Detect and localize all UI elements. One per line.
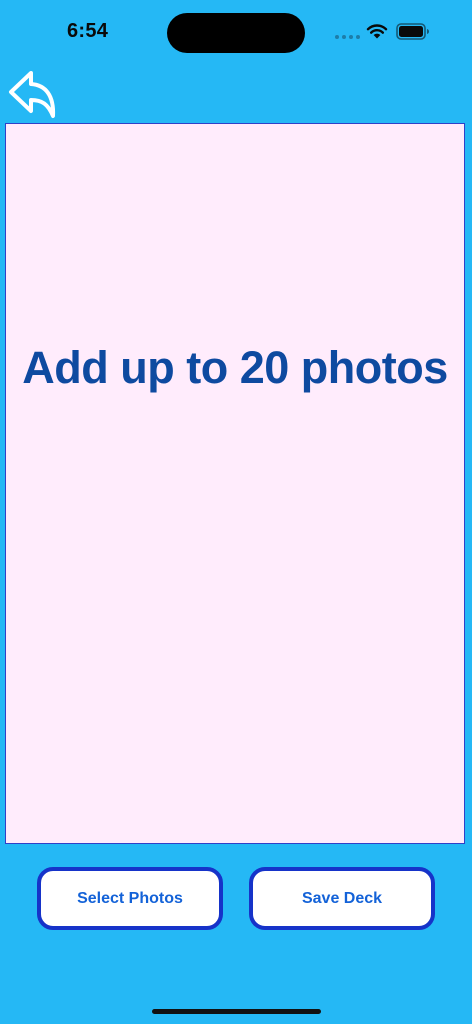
save-deck-button[interactable]: Save Deck <box>249 867 435 930</box>
battery-icon <box>396 23 429 40</box>
back-arrow-icon <box>9 71 56 118</box>
back-button[interactable] <box>6 68 60 122</box>
status-time: 6:54 <box>67 20 109 42</box>
photo-prompt: Add up to 20 photos <box>22 342 448 393</box>
status-bar: 6:54 <box>0 0 472 64</box>
wifi-icon <box>366 24 388 39</box>
dynamic-island <box>167 13 305 53</box>
photo-drop-area[interactable]: Add up to 20 photos <box>5 123 465 844</box>
cellular-signal-icon <box>335 35 361 39</box>
select-photos-button[interactable]: Select Photos <box>37 867 223 930</box>
home-indicator[interactable] <box>152 1009 321 1014</box>
